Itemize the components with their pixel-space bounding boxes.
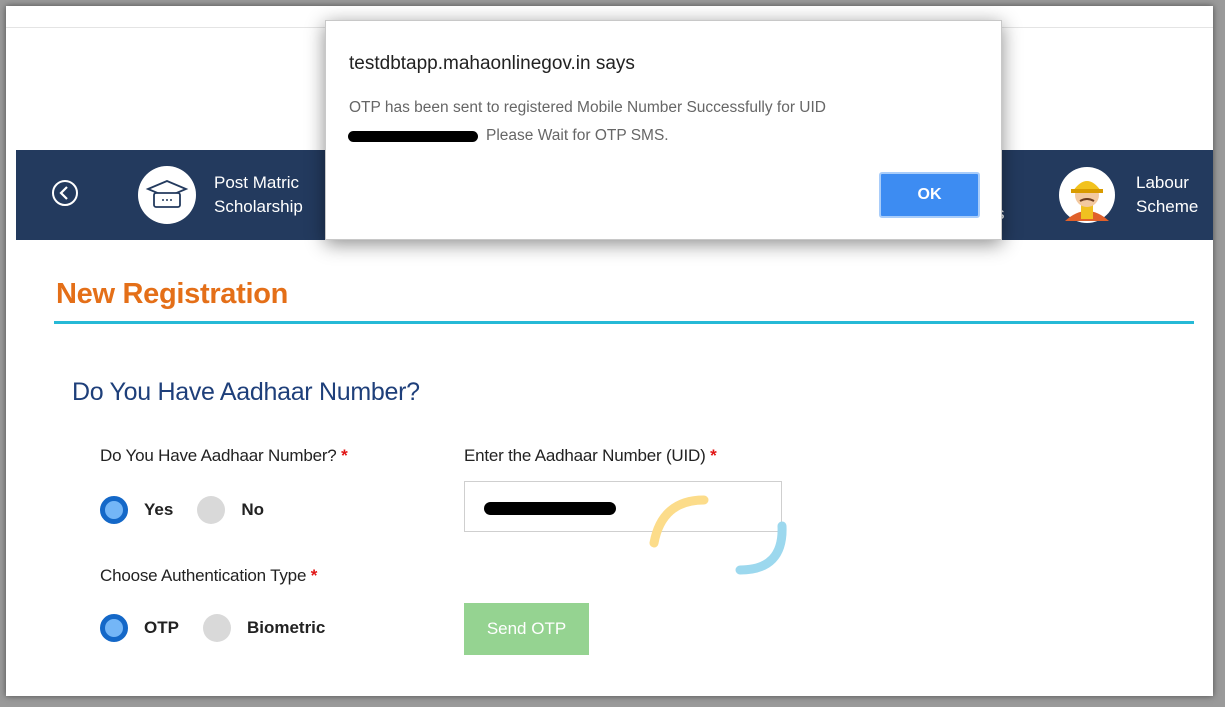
radio-yes-label[interactable]: Yes xyxy=(144,500,173,520)
aadhaar-number-label: Enter the Aadhaar Number (UID) * xyxy=(464,446,717,465)
required-mark: * xyxy=(310,566,318,585)
redacted-aadhaar-value xyxy=(484,502,616,515)
loading-spinner-icon xyxy=(649,495,787,575)
radio-biometric-label[interactable]: Biometric xyxy=(247,618,325,638)
worker-icon xyxy=(1056,164,1118,226)
scheme-2-line1: Labour xyxy=(1136,173,1189,192)
redacted-uid xyxy=(348,131,478,142)
aadhaar-radio-group: Yes No xyxy=(100,496,288,524)
send-otp-button[interactable]: Send OTP xyxy=(464,603,589,655)
scheme-labour[interactable]: Labour Scheme xyxy=(1056,150,1198,240)
back-arrow-icon[interactable] xyxy=(50,178,80,208)
scheme-post-matric[interactable]: Post Matric Scholarship xyxy=(138,150,303,240)
title-underline xyxy=(54,321,1194,324)
scheme-1-line2: Scholarship xyxy=(214,197,303,216)
auth-type-label: Choose Authentication Type * xyxy=(100,566,318,585)
radio-no[interactable] xyxy=(197,496,226,524)
aadhaar-question-label: Do You Have Aadhaar Number? * xyxy=(100,446,348,465)
browser-page: Post Matric Scholarship s Labour Sche xyxy=(6,6,1213,696)
alert-dialog: testdbtapp.mahaonlinegov.in says OTP has… xyxy=(325,20,1002,240)
dialog-message-line2: Please Wait for OTP SMS. xyxy=(486,127,669,144)
section-title: Do You Have Aadhaar Number? xyxy=(72,378,420,406)
page-title: New Registration xyxy=(56,278,289,310)
ok-button[interactable]: OK xyxy=(879,172,980,218)
radio-biometric[interactable] xyxy=(202,614,231,642)
radio-otp[interactable] xyxy=(100,614,128,642)
graduation-cap-icon xyxy=(138,166,196,224)
auth-radio-group: OTP Biometric xyxy=(100,614,349,642)
required-mark: * xyxy=(341,446,348,465)
required-mark: * xyxy=(710,446,717,465)
scheme-2-line2: Scheme xyxy=(1136,197,1199,216)
radio-yes[interactable] xyxy=(100,496,128,524)
radio-otp-label[interactable]: OTP xyxy=(144,618,179,638)
radio-no-label[interactable]: No xyxy=(241,500,264,520)
dialog-message-line1: OTP has been sent to registered Mobile N… xyxy=(349,99,826,116)
dialog-title: testdbtapp.mahaonlinegov.in says xyxy=(349,53,635,74)
scheme-1-line1: Post Matric xyxy=(214,173,300,192)
